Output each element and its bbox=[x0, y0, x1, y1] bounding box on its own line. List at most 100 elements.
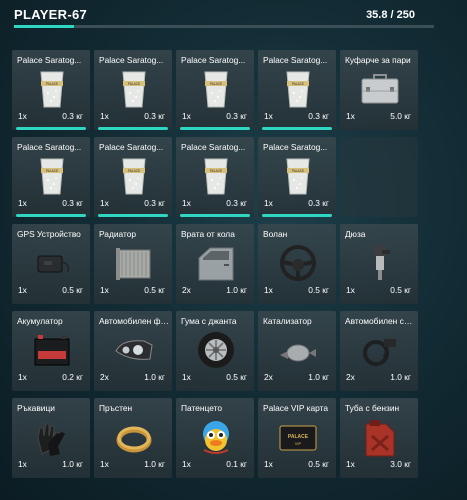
inventory-slot[interactable]: Palace Saratog... PALACE 1x 0.3 кг bbox=[12, 137, 90, 217]
item-weight: 1.0 кг bbox=[144, 372, 165, 382]
inventory-slot[interactable]: Palace VIP карта PALACE VIP 1x 0.5 кг bbox=[258, 398, 336, 478]
vip-card-icon: PALACE VIP bbox=[278, 416, 318, 458]
duck-icon bbox=[196, 416, 236, 458]
car-sensor-icon bbox=[360, 329, 400, 371]
inventory-slot[interactable]: Palace Saratog... PALACE 1x 0.3 кг bbox=[94, 50, 172, 130]
item-quantity: 2x bbox=[182, 285, 191, 295]
inventory-slot[interactable]: Врата от кола 2x 1.0 кг bbox=[176, 224, 254, 304]
headlight-icon bbox=[114, 329, 154, 371]
item-quantity: 1x bbox=[182, 111, 191, 121]
inventory-slot[interactable]: Palace Saratog... PALACE 1x 0.3 кг bbox=[258, 50, 336, 130]
svg-text:PALACE: PALACE bbox=[288, 434, 309, 440]
inventory-slot[interactable]: Акумулатор 1x 0.2 кг bbox=[12, 311, 90, 391]
item-weight: 0.5 кг bbox=[390, 285, 411, 295]
item-quantity: 1x bbox=[182, 459, 191, 469]
drink-cup-icon: PALACE bbox=[196, 155, 236, 197]
item-quantity: 2x bbox=[346, 372, 355, 382]
gps-device-icon bbox=[32, 242, 72, 284]
item-weight: 3.0 кг bbox=[390, 459, 411, 469]
svg-text:PALACE: PALACE bbox=[210, 82, 222, 86]
ring-icon bbox=[114, 416, 154, 458]
item-weight: 0.3 кг bbox=[226, 198, 247, 208]
injector-icon bbox=[360, 242, 400, 284]
svg-text:PALACE: PALACE bbox=[46, 82, 58, 86]
item-quantity: 1x bbox=[18, 198, 27, 208]
item-name: Palace Saratog... bbox=[99, 142, 164, 152]
inventory-slot[interactable]: GPS Устройство 1x 0.5 кг bbox=[12, 224, 90, 304]
radiator-icon bbox=[114, 242, 154, 284]
item-quantity: 1x bbox=[100, 111, 109, 121]
inventory-slot-empty[interactable] bbox=[340, 137, 418, 217]
item-quantity: 1x bbox=[264, 285, 273, 295]
svg-text:PALACE: PALACE bbox=[46, 169, 58, 173]
item-name: Акумулатор bbox=[17, 316, 63, 326]
item-durability-bar bbox=[262, 127, 332, 130]
item-weight: 0.3 кг bbox=[144, 111, 165, 121]
item-name: Пръстен bbox=[99, 403, 133, 413]
item-quantity: 1x bbox=[100, 285, 109, 295]
item-weight: 0.3 кг bbox=[308, 111, 329, 121]
item-weight: 1.0 кг bbox=[308, 372, 329, 382]
item-weight: 0.5 кг bbox=[308, 459, 329, 469]
drink-cup-icon: PALACE bbox=[32, 68, 72, 110]
item-weight: 0.3 кг bbox=[62, 198, 83, 208]
drink-cup-icon: PALACE bbox=[196, 68, 236, 110]
item-weight: 1.0 кг bbox=[144, 459, 165, 469]
drink-cup-icon: PALACE bbox=[32, 155, 72, 197]
weight-counter: 35.8 / 250 bbox=[366, 9, 415, 21]
item-quantity: 1x bbox=[18, 372, 27, 382]
inventory-slot[interactable]: Куфарче за пари 1x 5.0 кг bbox=[340, 50, 418, 130]
item-quantity: 1x bbox=[346, 111, 355, 121]
weight-bar-fill bbox=[14, 25, 75, 28]
steering-wheel-icon bbox=[278, 242, 318, 284]
car-door-icon bbox=[196, 242, 236, 284]
inventory-slot[interactable]: Автомобилен се... 2x 1.0 кг bbox=[340, 311, 418, 391]
inventory-slot[interactable]: Волан 1x 0.5 кг bbox=[258, 224, 336, 304]
inventory-slot[interactable]: Palace Saratog... PALACE 1x 0.3 кг bbox=[258, 137, 336, 217]
catalytic-converter-icon bbox=[278, 329, 318, 371]
inventory-slot[interactable]: Гума с джанта 1x 0.5 кг bbox=[176, 311, 254, 391]
inventory-slot[interactable]: Автомобилен фар 2x 1.0 кг bbox=[94, 311, 172, 391]
item-quantity: 1x bbox=[18, 111, 27, 121]
item-name: Palace Saratog... bbox=[99, 55, 164, 65]
svg-text:PALACE: PALACE bbox=[292, 169, 304, 173]
item-name: Туба с бензин bbox=[345, 403, 400, 413]
weight-bar bbox=[14, 25, 434, 28]
item-durability-bar bbox=[98, 214, 168, 217]
item-name: Palace Saratog... bbox=[17, 55, 82, 65]
item-weight: 0.2 кг bbox=[62, 372, 83, 382]
item-weight: 0.5 кг bbox=[144, 285, 165, 295]
inventory-slot[interactable]: Радиатор 1x 0.5 кг bbox=[94, 224, 172, 304]
gloves-icon bbox=[32, 416, 72, 458]
inventory-slot[interactable]: Патенцето 1x 0.1 кг bbox=[176, 398, 254, 478]
item-quantity: 1x bbox=[346, 459, 355, 469]
tire-icon bbox=[196, 329, 236, 371]
battery-icon bbox=[32, 329, 72, 371]
item-durability-bar bbox=[98, 127, 168, 130]
inventory-slot[interactable]: Туба с бензин 1x 3.0 кг bbox=[340, 398, 418, 478]
inventory-slot[interactable]: Ръкавици 1x 1.0 кг bbox=[12, 398, 90, 478]
inventory-slot[interactable]: Пръстен 1x 1.0 кг bbox=[94, 398, 172, 478]
drink-cup-icon: PALACE bbox=[114, 155, 154, 197]
fuel-canister-icon bbox=[360, 416, 400, 458]
item-name: Врата от кола bbox=[181, 229, 235, 239]
item-weight: 0.5 кг bbox=[62, 285, 83, 295]
item-weight: 0.5 кг bbox=[308, 285, 329, 295]
inventory-slot[interactable]: Palace Saratog... PALACE 1x 0.3 кг bbox=[12, 50, 90, 130]
inventory-slot[interactable]: Дюза 1x 0.5 кг bbox=[340, 224, 418, 304]
svg-text:PALACE: PALACE bbox=[128, 169, 140, 173]
item-name: Радиатор bbox=[99, 229, 137, 239]
inventory-slot[interactable]: Катализатор 2x 1.0 кг bbox=[258, 311, 336, 391]
svg-text:VIP: VIP bbox=[295, 441, 302, 446]
item-quantity: 1x bbox=[346, 285, 355, 295]
inventory-slot[interactable]: Palace Saratog... PALACE 1x 0.3 кг bbox=[94, 137, 172, 217]
inventory-slot[interactable]: Palace Saratog... PALACE 1x 0.3 кг bbox=[176, 50, 254, 130]
item-quantity: 1x bbox=[264, 198, 273, 208]
item-quantity: 1x bbox=[264, 111, 273, 121]
item-durability-bar bbox=[180, 214, 250, 217]
item-durability-bar bbox=[16, 127, 86, 130]
item-quantity: 1x bbox=[264, 459, 273, 469]
svg-text:PALACE: PALACE bbox=[210, 169, 222, 173]
inventory-slot[interactable]: Palace Saratog... PALACE 1x 0.3 кг bbox=[176, 137, 254, 217]
item-name: Патенцето bbox=[181, 403, 222, 413]
